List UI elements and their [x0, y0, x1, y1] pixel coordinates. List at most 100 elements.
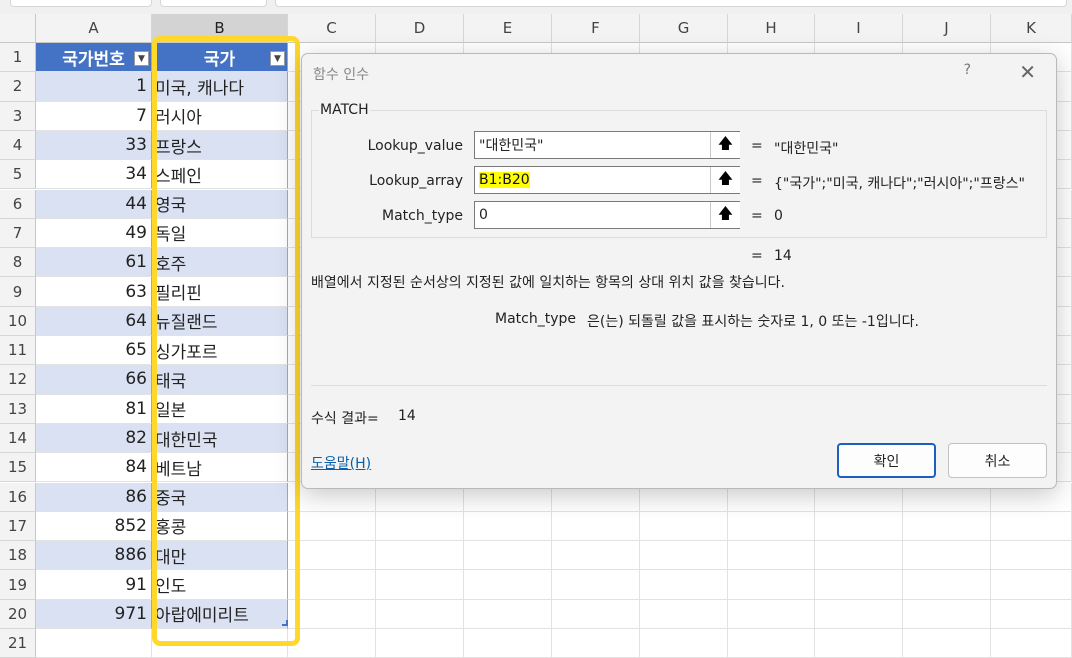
close-icon[interactable]: ✕: [1019, 60, 1036, 84]
cell[interactable]: [552, 511, 640, 542]
help-link[interactable]: 도움말(H): [311, 453, 371, 473]
cell[interactable]: [288, 629, 376, 658]
row-header-14[interactable]: 14: [0, 423, 36, 454]
cell-country[interactable]: 태국: [152, 365, 288, 395]
column-header-k[interactable]: K: [991, 14, 1072, 43]
cell-country[interactable]: 인도: [152, 570, 288, 600]
cell-country[interactable]: 영국: [152, 189, 288, 219]
column-header-g[interactable]: G: [640, 14, 728, 43]
column-header-h[interactable]: H: [728, 14, 815, 43]
cell-country[interactable]: 중국: [152, 482, 288, 512]
cell-country[interactable]: 러시아: [152, 101, 288, 131]
ok-button[interactable]: 확인: [837, 443, 936, 478]
formula-input[interactable]: [275, 0, 1067, 7]
cell-country[interactable]: 아랍에미리트: [152, 599, 288, 629]
cell[interactable]: [464, 629, 552, 658]
cell[interactable]: [903, 599, 991, 629]
cell-code[interactable]: 1: [36, 72, 152, 102]
cell[interactable]: [903, 541, 991, 571]
cell[interactable]: [903, 511, 991, 542]
cell-code[interactable]: 7: [36, 101, 152, 131]
cell-code[interactable]: 65: [36, 336, 152, 366]
help-icon[interactable]: ?: [964, 62, 971, 78]
cell[interactable]: [815, 599, 903, 629]
cell-country[interactable]: 일본: [152, 394, 288, 424]
column-header-b[interactable]: B: [152, 14, 288, 43]
cell-code[interactable]: 63: [36, 277, 152, 307]
formula-controls[interactable]: [160, 0, 267, 7]
cell[interactable]: [288, 570, 376, 600]
cell[interactable]: [288, 511, 376, 542]
cell-country[interactable]: 독일: [152, 218, 288, 249]
collapse-dialog-icon[interactable]: 🡅: [710, 167, 740, 193]
lookup-value-input[interactable]: "대한민국" 🡅: [474, 131, 740, 159]
cell-country[interactable]: 미국, 캐나다: [152, 72, 288, 102]
cell-code[interactable]: 81: [36, 394, 152, 424]
cell[interactable]: [552, 570, 640, 600]
cell-code[interactable]: 82: [36, 423, 152, 454]
cell[interactable]: [640, 541, 728, 571]
cell-code[interactable]: 852: [36, 511, 152, 542]
cell[interactable]: [640, 599, 728, 629]
table-header-code[interactable]: 국가번호 ▼: [36, 43, 152, 73]
column-header-a[interactable]: A: [36, 14, 152, 43]
cell-country[interactable]: 싱가포르: [152, 336, 288, 366]
cell[interactable]: [552, 629, 640, 658]
cell-code[interactable]: 91: [36, 570, 152, 600]
row-header-15[interactable]: 15: [0, 453, 36, 483]
row-header-4[interactable]: 4: [0, 130, 36, 161]
row-header-17[interactable]: 17: [0, 511, 36, 542]
row-header-19[interactable]: 19: [0, 570, 36, 600]
cell[interactable]: [376, 629, 464, 658]
cell-code[interactable]: 86: [36, 482, 152, 512]
cell-country[interactable]: 베트남: [152, 453, 288, 483]
cell-country[interactable]: 호주: [152, 248, 288, 278]
cell-country[interactable]: 대한민국: [152, 423, 288, 454]
column-header-c[interactable]: C: [288, 14, 376, 43]
row-header-9[interactable]: 9: [0, 277, 36, 307]
row-header-3[interactable]: 3: [0, 101, 36, 131]
cell-code[interactable]: 49: [36, 218, 152, 249]
cell[interactable]: [640, 629, 728, 658]
row-header-7[interactable]: 7: [0, 218, 36, 249]
column-header-i[interactable]: I: [815, 14, 903, 43]
cell[interactable]: [640, 511, 728, 542]
cell[interactable]: [464, 599, 552, 629]
filter-dropdown-icon[interactable]: ▼: [270, 51, 285, 66]
row-header-21[interactable]: 21: [0, 629, 36, 658]
cell[interactable]: [903, 570, 991, 600]
cell-code[interactable]: 34: [36, 160, 152, 190]
cell[interactable]: [376, 511, 464, 542]
cell[interactable]: [464, 511, 552, 542]
row-header-1[interactable]: 1: [0, 43, 36, 73]
row-header-13[interactable]: 13: [0, 394, 36, 424]
cell[interactable]: [464, 570, 552, 600]
lookup-array-input[interactable]: B1:B20 🡅: [474, 166, 740, 194]
column-header-j[interactable]: J: [903, 14, 991, 43]
cell[interactable]: [815, 541, 903, 571]
row-header-8[interactable]: 8: [0, 248, 36, 278]
row-header-2[interactable]: 2: [0, 72, 36, 102]
cell[interactable]: [728, 541, 815, 571]
table-resize-handle[interactable]: [282, 620, 288, 626]
cell-country[interactable]: 프랑스: [152, 130, 288, 161]
match-type-input[interactable]: 0 🡅: [474, 201, 740, 229]
cell[interactable]: [991, 541, 1072, 571]
cell[interactable]: [728, 511, 815, 542]
cell[interactable]: [991, 570, 1072, 600]
filter-dropdown-icon[interactable]: ▼: [134, 51, 149, 66]
cell[interactable]: [376, 599, 464, 629]
row-header-16[interactable]: 16: [0, 482, 36, 512]
cell[interactable]: [152, 629, 288, 658]
cell-country[interactable]: 필리핀: [152, 277, 288, 307]
cell[interactable]: [991, 511, 1072, 542]
collapse-dialog-icon[interactable]: 🡅: [710, 202, 740, 228]
cell[interactable]: [288, 541, 376, 571]
cell-code[interactable]: 886: [36, 541, 152, 571]
cell[interactable]: [903, 629, 991, 658]
row-header-18[interactable]: 18: [0, 541, 36, 571]
column-header-d[interactable]: D: [376, 14, 464, 43]
cell[interactable]: [376, 570, 464, 600]
cell[interactable]: [815, 570, 903, 600]
cell-country[interactable]: 스페인: [152, 160, 288, 190]
